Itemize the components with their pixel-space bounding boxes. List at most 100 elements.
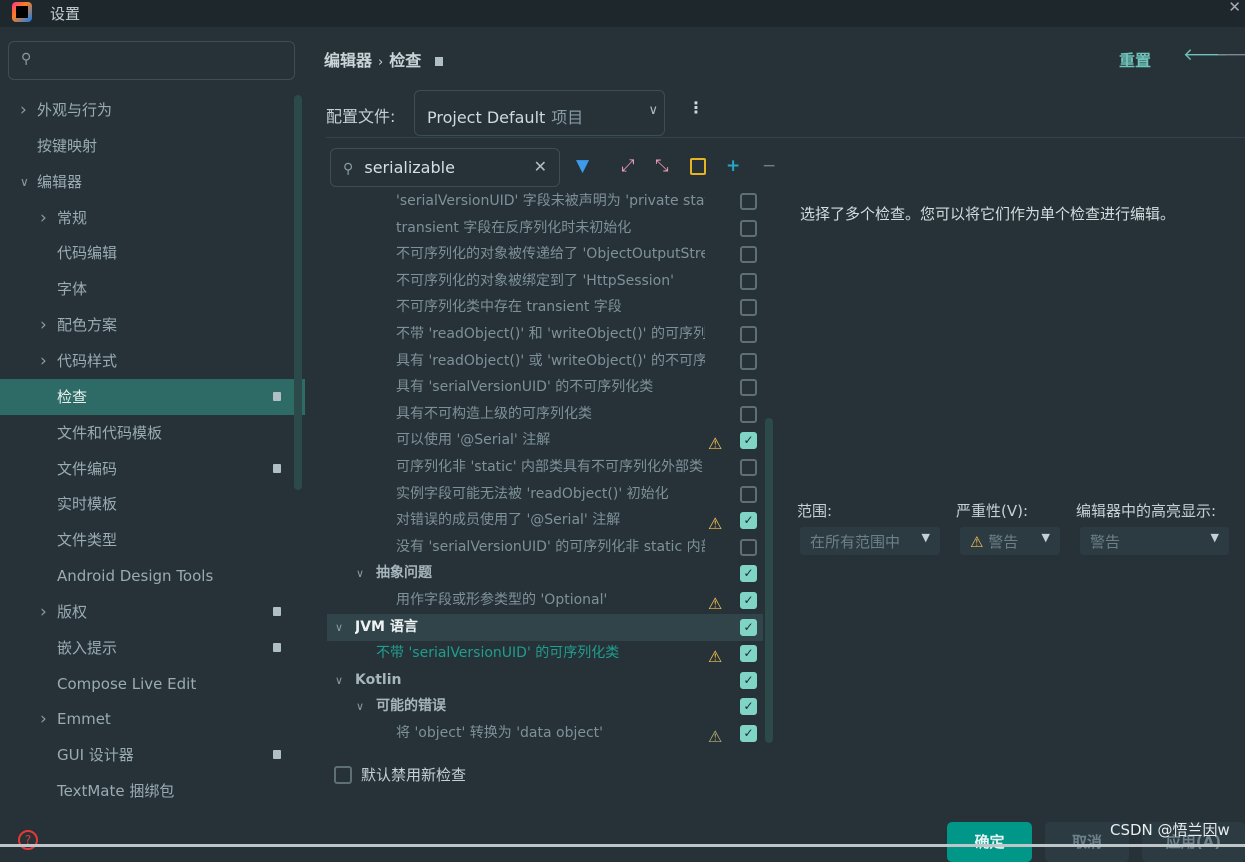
inspection-checkbox[interactable]	[740, 538, 757, 556]
sidebar-search-input[interactable]: ⚲	[8, 41, 295, 80]
inspection-checkbox[interactable]: ✓	[740, 618, 757, 636]
sidebar-item[interactable]: 文件编码	[0, 451, 305, 487]
sidebar-item[interactable]: 实时模板	[0, 486, 305, 522]
chevron-down-icon[interactable]: ∨	[335, 667, 343, 694]
tree-row[interactable]: 用作字段或形参类型的 'Optional' ⚠ ✓	[327, 587, 763, 614]
clear-icon[interactable]: ✕	[534, 157, 547, 176]
tree-row[interactable]: 具有 'readObject()' 或 'writeObject()' 的不可序…	[327, 348, 763, 375]
inspection-checkbox[interactable]	[740, 326, 757, 343]
tree-row[interactable]: 不带 'readObject()' 和 'writeObject()' 的可序列…	[327, 321, 763, 348]
sidebar-item[interactable]: 文件类型	[0, 522, 305, 558]
inspection-checkbox[interactable]	[740, 246, 757, 264]
chevron-right-icon[interactable]: ›	[40, 343, 47, 379]
chevron-down-icon[interactable]: ∨	[356, 693, 364, 720]
tree-row[interactable]: 对错误的成员使用了 '@Serial' 注解 ⚠ ✓	[327, 507, 763, 534]
inspection-checkbox[interactable]: ✓	[740, 645, 757, 663]
tree-row-label: 将 'object' 转换为 'data object'	[396, 725, 604, 741]
inspection-checkbox[interactable]	[740, 272, 757, 290]
inspection-checkbox[interactable]: ✓	[740, 592, 757, 609]
profile-label: 配置文件:	[326, 107, 396, 126]
ok-button[interactable]: 确定	[947, 822, 1032, 862]
inspection-checkbox[interactable]	[740, 405, 757, 423]
inspection-checkbox[interactable]	[740, 219, 757, 237]
inspection-checkbox[interactable]	[740, 352, 757, 370]
chevron-right-icon[interactable]: ›	[40, 594, 47, 630]
profile-select[interactable]: Project Default 项目 ∨	[414, 90, 665, 136]
tree-row[interactable]: 没有 'serialVersionUID' 的可序列化非 static 内部类	[327, 534, 763, 561]
chevron-right-icon[interactable]: ›	[40, 200, 47, 236]
close-icon[interactable]: ✕	[1228, 0, 1241, 16]
tree-row[interactable]: ∨ JVM 语言 ✓	[327, 613, 763, 641]
tree-row[interactable]: ∨ 抽象问题 ✓	[327, 560, 763, 587]
expand-all-icon[interactable]: ⤢	[621, 156, 635, 176]
sidebar-item[interactable]: 文件和代码模板	[0, 415, 305, 451]
remove-icon[interactable]: −	[762, 156, 776, 176]
inspection-checkbox[interactable]: ✓	[740, 698, 757, 716]
tree-row[interactable]: 将 'object' 转换为 'data object' ⚠ ✓	[327, 720, 763, 745]
sidebar-item[interactable]: › 配色方案	[0, 307, 305, 343]
sidebar-item-label: 嵌入提示	[57, 638, 118, 657]
chevron-right-icon[interactable]: ›	[20, 92, 27, 128]
chevron-right-icon[interactable]: ›	[40, 307, 47, 343]
tree-row[interactable]: 不可序列化的对象被绑定到了 'HttpSession'	[327, 268, 763, 295]
sidebar-item[interactable]: Android Design Tools	[0, 558, 305, 594]
sidebar-item[interactable]: › 常规	[0, 200, 305, 236]
inspection-checkbox[interactable]	[740, 379, 757, 397]
filter-icon[interactable]: ▼	[576, 156, 589, 176]
tree-row[interactable]: 不可序列化的对象被传递给了 'ObjectOutputStream'	[327, 241, 763, 268]
sidebar-item[interactable]: Compose Live Edit	[0, 666, 305, 702]
severity-select[interactable]: ⚠ 警告 ▼	[960, 527, 1060, 555]
more-options-icon[interactable]: ⋮	[688, 98, 704, 117]
sidebar-item[interactable]: 检查	[0, 378, 305, 415]
reset-button[interactable]: 重置	[1119, 47, 1151, 71]
chevron-down-icon[interactable]: ∨	[356, 560, 364, 587]
disable-new-checkbox[interactable]	[334, 766, 352, 784]
sidebar-item[interactable]: › Emmet	[0, 701, 305, 737]
breadcrumb-item[interactable]: 编辑器	[324, 51, 372, 70]
sidebar-item[interactable]: ∨ 编辑器	[0, 164, 305, 200]
inspection-checkbox[interactable]: ✓	[740, 725, 757, 742]
tree-row-label: 实例字段可能无法被 'readObject()' 初始化	[396, 485, 669, 502]
inspection-checkbox[interactable]	[740, 485, 757, 503]
chevron-right-icon[interactable]: ›	[40, 701, 47, 737]
tree-row[interactable]: 'serialVersionUID' 字段未被声明为 'private stat…	[327, 188, 763, 215]
tree-row[interactable]: 可序列化非 'static' 内部类具有不可序列化外部类	[327, 454, 763, 481]
scope-select[interactable]: 在所有范围中 ▼	[800, 527, 940, 555]
sidebar-item[interactable]: 按键映射	[0, 128, 305, 164]
inspection-checkbox[interactable]: ✓	[740, 565, 757, 583]
help-icon[interactable]: ?	[18, 830, 38, 850]
inspection-search-input[interactable]: ⚲ serializable ✕	[330, 148, 560, 187]
tree-scrollbar[interactable]	[765, 418, 773, 743]
sidebar-scrollbar[interactable]	[294, 95, 302, 490]
chevron-down-icon[interactable]: ∨	[335, 614, 343, 641]
tree-row[interactable]: 具有 'serialVersionUID' 的不可序列化类	[327, 374, 763, 401]
inspection-checkbox[interactable]: ✓	[740, 432, 757, 450]
tree-row[interactable]: 具有不可构造上级的可序列化类	[327, 401, 763, 428]
sidebar-item[interactable]: 字体	[0, 271, 305, 307]
sidebar-item[interactable]: › 版权	[0, 594, 305, 630]
tree-row[interactable]: 不可序列化类中存在 transient 字段	[327, 294, 763, 321]
add-icon[interactable]: +	[726, 156, 740, 176]
collapse-all-icon[interactable]: ⤡	[655, 156, 669, 176]
highlight-select[interactable]: 警告 ▼	[1080, 527, 1229, 555]
inspection-checkbox[interactable]	[740, 459, 757, 476]
tree-row[interactable]: 不带 'serialVersionUID' 的可序列化类 ⚠ ✓	[327, 640, 763, 667]
tree-row[interactable]: 实例字段可能无法被 'readObject()' 初始化	[327, 481, 763, 508]
inspection-checkbox[interactable]: ✓	[740, 512, 757, 530]
sidebar-item[interactable]: › 代码样式	[0, 343, 305, 379]
reset-to-default-icon[interactable]	[690, 158, 706, 175]
sidebar-item[interactable]: › 外观与行为	[0, 92, 305, 128]
inspection-checkbox[interactable]: ✓	[740, 671, 757, 689]
forward-arrow-icon[interactable]: 🡒	[1216, 45, 1245, 65]
sidebar-item[interactable]: GUI 设计器	[0, 737, 305, 773]
inspection-checkbox[interactable]	[740, 299, 757, 317]
tree-row[interactable]: ∨ 可能的错误 ✓	[327, 693, 763, 720]
inspection-checkbox[interactable]	[740, 193, 757, 210]
tree-row[interactable]: 可以使用 '@Serial' 注解 ⚠ ✓	[327, 427, 763, 454]
sidebar-item[interactable]: 代码编辑	[0, 235, 305, 271]
tree-row[interactable]: ∨ Kotlin ✓	[327, 667, 763, 694]
chevron-down-icon[interactable]: ∨	[20, 164, 29, 200]
sidebar-item[interactable]: TextMate 捆绑包	[0, 773, 305, 809]
sidebar-item[interactable]: 嵌入提示	[0, 630, 305, 666]
tree-row[interactable]: transient 字段在反序列化时未初始化	[327, 215, 763, 242]
